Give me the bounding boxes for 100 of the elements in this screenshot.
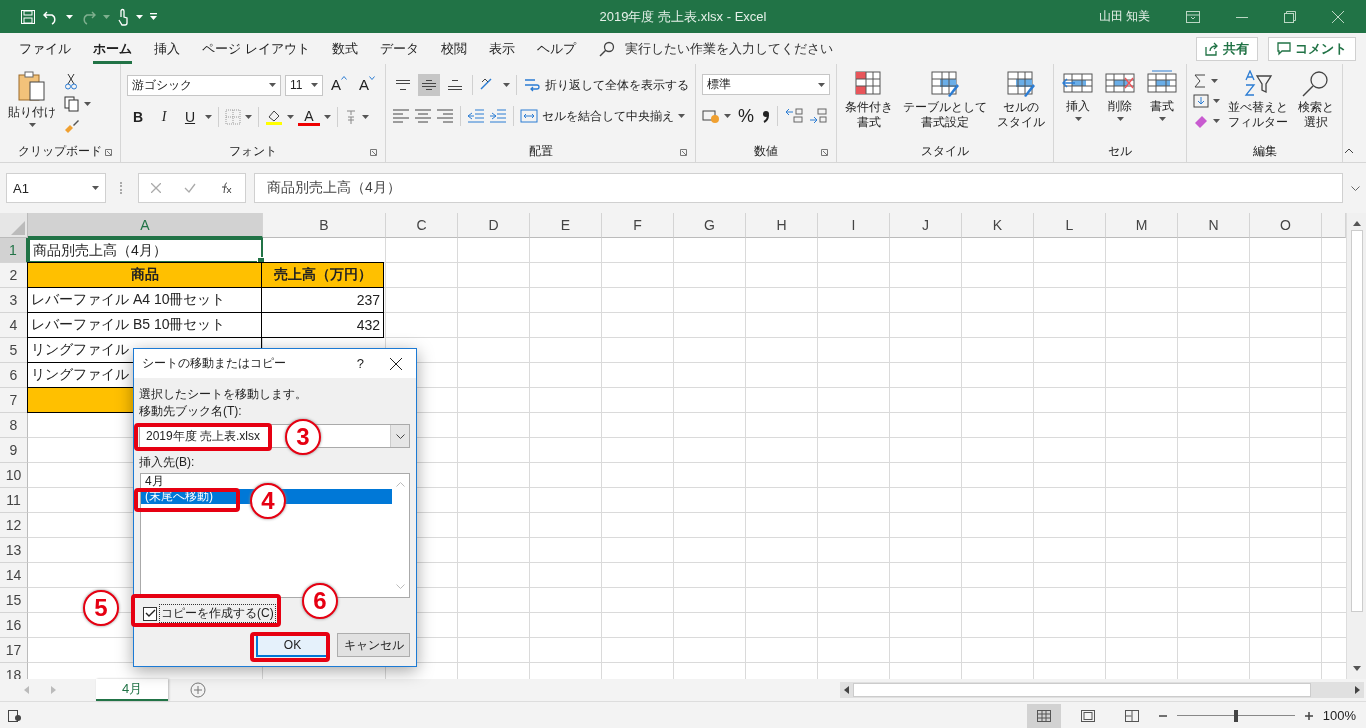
customize-icon[interactable]	[149, 12, 158, 21]
style-button[interactable]: テーブルとして 書式設定	[901, 68, 989, 132]
collapse-ribbon-icon[interactable]	[1344, 148, 1354, 154]
dialog-launcher-icon[interactable]	[821, 149, 828, 156]
increase-decimal-icon[interactable]	[784, 108, 804, 124]
column-header[interactable]: H	[746, 213, 818, 238]
zoom-in-icon[interactable]	[1304, 711, 1313, 720]
vertical-align-button[interactable]	[418, 74, 440, 96]
ribbon-tab[interactable]: ページ レイアウト	[191, 35, 321, 62]
scissors-icon[interactable]	[64, 74, 78, 90]
cells-button[interactable]: 書式	[1144, 68, 1180, 123]
caret-icon[interactable]	[503, 83, 510, 87]
fill-down-icon[interactable]	[1193, 94, 1209, 108]
restore-icon[interactable]	[1284, 10, 1296, 23]
caret-icon[interactable]	[1213, 99, 1220, 103]
caret-icon[interactable]	[311, 83, 318, 87]
caret-icon[interactable]	[362, 115, 369, 119]
caret-icon[interactable]	[1116, 117, 1124, 121]
caret-icon[interactable]	[66, 14, 73, 19]
ribbon-tab[interactable]: 校閲	[429, 35, 478, 62]
normal-view-button[interactable]	[1026, 703, 1061, 728]
column-header[interactable]: G	[674, 213, 746, 238]
macro-record-icon[interactable]	[8, 709, 22, 722]
row-header[interactable]: 16	[0, 613, 28, 638]
caret-icon[interactable]	[92, 186, 99, 190]
column-header[interactable]: B	[263, 213, 386, 238]
ribbon-tab[interactable]: ヘルプ	[525, 35, 587, 62]
row-header[interactable]: 12	[0, 513, 28, 538]
scroll-right-icon[interactable]	[1355, 686, 1360, 694]
ribbon-tab[interactable]: 表示	[477, 35, 526, 62]
font-color-button[interactable]: A	[298, 108, 320, 126]
column-header[interactable]: E	[530, 213, 602, 238]
editing-button[interactable]: 並べ替えと フィルター	[1226, 68, 1290, 132]
ribbon-tab[interactable]: データ	[368, 35, 430, 62]
eraser-icon[interactable]	[1193, 114, 1209, 128]
tell-me-field[interactable]: 実行したい作業を入力してください	[598, 40, 847, 57]
row-header[interactable]: 6	[0, 363, 28, 388]
help-button[interactable]: ?	[356, 356, 364, 371]
column-header[interactable]: O	[1250, 213, 1322, 238]
caret-icon[interactable]	[287, 115, 294, 119]
style-button[interactable]: セルの スタイル	[995, 68, 1047, 132]
dialog-launcher-icon[interactable]	[370, 149, 377, 156]
caret-icon[interactable]	[28, 123, 36, 127]
cells-button[interactable]: 削除	[1102, 68, 1138, 123]
horizontal-scrollbar[interactable]	[840, 682, 1364, 698]
row-header[interactable]: 17	[0, 638, 28, 663]
insert-function-icon[interactable]	[219, 182, 234, 194]
column-header[interactable]: K	[962, 213, 1034, 238]
scroll-down-icon[interactable]	[1352, 666, 1361, 671]
row-header[interactable]: 4	[0, 313, 28, 338]
column-header[interactable]: M	[1106, 213, 1178, 238]
cancel-button[interactable]: キャンセル	[337, 633, 410, 657]
close-icon[interactable]	[390, 357, 402, 370]
touch-icon[interactable]	[116, 7, 130, 26]
caret-icon[interactable]	[1158, 117, 1166, 121]
row-header[interactable]: 11	[0, 488, 28, 513]
cells-button[interactable]: 挿入	[1060, 68, 1096, 123]
ribbon-tab[interactable]: ホーム	[82, 35, 143, 62]
caret-icon[interactable]	[324, 115, 331, 119]
percent-button[interactable]: %	[735, 105, 757, 127]
ribbon-tab[interactable]: ファイル	[8, 35, 82, 62]
italic-button[interactable]: I	[153, 106, 175, 128]
column-header[interactable]: D	[458, 213, 530, 238]
ribbon-display-icon[interactable]	[1186, 10, 1200, 23]
ribbon-tab[interactable]: 数式	[320, 35, 369, 62]
row-header[interactable]: 14	[0, 563, 28, 588]
underline-button[interactable]: U	[179, 106, 201, 128]
merge-center-button[interactable]: セルを結合して中央揃え	[520, 107, 674, 125]
row-header[interactable]: 15	[0, 588, 28, 613]
share-button[interactable]: 共有	[1196, 36, 1258, 61]
comment-button[interactable]: コメント	[1268, 36, 1356, 61]
sheet-tab[interactable]: 4月	[96, 679, 169, 701]
dialog-launcher-icon[interactable]	[680, 149, 687, 156]
row-header[interactable]: 5	[0, 338, 28, 363]
column-header[interactable]: C	[386, 213, 458, 238]
editing-button[interactable]: 検索と 選択	[1296, 68, 1336, 132]
comma-style-icon[interactable]	[761, 108, 771, 124]
row-header[interactable]: 2	[0, 263, 28, 288]
caret-icon[interactable]	[136, 14, 143, 19]
expand-icon[interactable]	[1351, 185, 1360, 191]
fill-color-icon[interactable]	[265, 108, 283, 126]
caret-icon[interactable]	[1213, 119, 1220, 123]
column-header[interactable]: J	[890, 213, 962, 238]
column-header[interactable]: F	[602, 213, 674, 238]
caret-icon[interactable]	[724, 114, 731, 118]
row-header[interactable]: 8	[0, 413, 28, 438]
decrease-font-button[interactable]: A	[355, 74, 379, 96]
font-name-field[interactable]: 游ゴシック	[127, 74, 281, 96]
caret-icon[interactable]	[1211, 79, 1218, 83]
row-header[interactable]: 7	[0, 388, 28, 413]
style-button[interactable]: 条件付き 書式	[843, 68, 895, 132]
zoom-level[interactable]: 100%	[1322, 708, 1356, 723]
copy-icon[interactable]	[64, 96, 80, 112]
number-format-field[interactable]: 標準	[702, 74, 830, 95]
increase-font-button[interactable]: A	[327, 74, 351, 96]
row-header[interactable]: 3	[0, 288, 28, 313]
caret-icon[interactable]	[84, 102, 91, 106]
vertical-scrollbar[interactable]	[1346, 213, 1366, 679]
decrease-decimal-icon[interactable]	[808, 108, 828, 124]
column-header[interactable]: I	[818, 213, 890, 238]
